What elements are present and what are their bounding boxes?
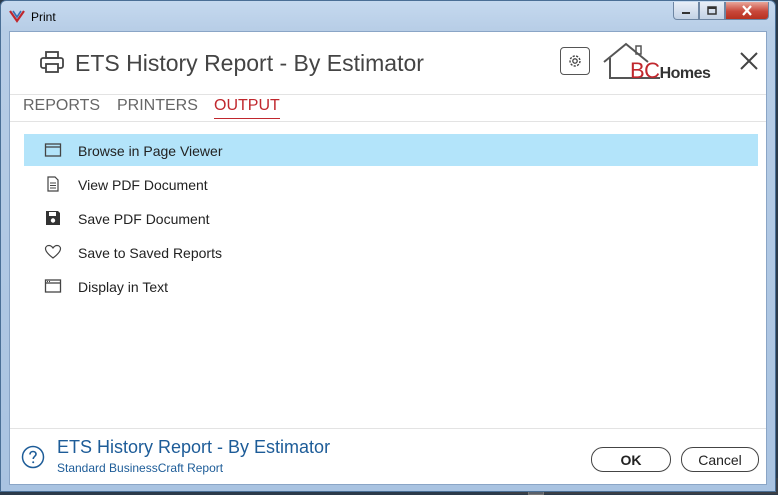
output-option-label: Save to Saved Reports xyxy=(78,245,222,261)
footer-report-subtitle: Standard BusinessCraft Report xyxy=(57,461,224,475)
logo-bc: BC xyxy=(630,58,660,83)
footer-divider xyxy=(10,428,766,429)
tab-divider xyxy=(10,121,766,122)
text-window-icon xyxy=(44,279,62,293)
window-close-button[interactable] xyxy=(725,2,769,20)
output-option-browse[interactable]: Browse in Page Viewer xyxy=(24,134,758,166)
ok-button[interactable]: OK xyxy=(591,447,671,472)
heart-icon xyxy=(44,244,62,259)
logo-text: BCHomes xyxy=(630,58,711,84)
dialog-close-icon[interactable] xyxy=(738,50,760,72)
output-option-label: Browse in Page Viewer xyxy=(78,143,223,159)
gear-icon xyxy=(569,55,581,67)
printer-icon xyxy=(40,51,64,73)
output-option-label: View PDF Document xyxy=(78,177,208,193)
maximize-button[interactable] xyxy=(699,2,725,20)
maximize-icon xyxy=(707,6,717,15)
cancel-button[interactable]: Cancel xyxy=(681,447,759,472)
logo-homes: Homes xyxy=(659,65,711,82)
output-options-list: Browse in Page Viewer View PDF Document … xyxy=(24,134,758,304)
window-title: Print xyxy=(31,10,56,24)
window-controls xyxy=(673,2,769,20)
output-option-save-reports[interactable]: Save to Saved Reports xyxy=(24,236,758,268)
dialog-body: ETS History Report - By Estimator BCHome… xyxy=(9,31,767,485)
minimize-icon xyxy=(682,11,690,14)
output-option-save-pdf[interactable]: Save PDF Document xyxy=(24,202,758,234)
minimize-button[interactable] xyxy=(673,2,699,20)
footer-report-title: ETS History Report - By Estimator xyxy=(57,437,331,457)
output-option-label: Save PDF Document xyxy=(78,211,210,227)
output-option-label: Display in Text xyxy=(78,279,169,295)
help-icon[interactable] xyxy=(21,445,45,469)
settings-button[interactable] xyxy=(560,47,590,75)
output-option-view-pdf[interactable]: View PDF Document xyxy=(24,168,758,200)
title-bar[interactable]: Print xyxy=(1,1,775,31)
report-title: ETS History Report - By Estimator xyxy=(75,50,424,76)
close-icon xyxy=(742,5,752,16)
app-logo-icon xyxy=(9,10,25,23)
document-icon xyxy=(47,176,59,192)
tab-reports[interactable]: REPORTS xyxy=(23,97,100,118)
window-icon xyxy=(44,143,62,157)
tab-bar: REPORTS PRINTERS OUTPUT xyxy=(10,94,766,123)
tab-output[interactable]: OUTPUT xyxy=(214,97,280,119)
bc-homes-logo: BCHomes xyxy=(600,40,720,84)
tab-printers[interactable]: PRINTERS xyxy=(117,97,198,118)
output-option-display-text[interactable]: Display in Text xyxy=(24,270,758,302)
print-dialog: Print ETS History Report - By Estimator xyxy=(0,0,776,492)
dialog-header: ETS History Report - By Estimator BCHome… xyxy=(10,32,766,92)
floppy-disk-icon xyxy=(46,211,60,225)
